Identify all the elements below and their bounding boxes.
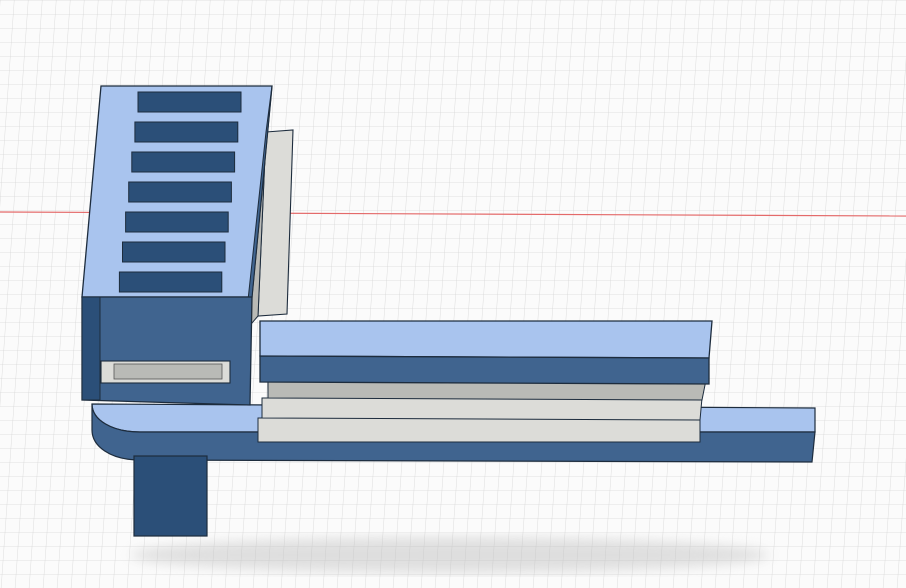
vent-slot <box>137 91 242 113</box>
vent-slot <box>128 181 232 203</box>
3d-viewport[interactable] <box>0 0 906 588</box>
vent-slot <box>118 271 223 293</box>
vent-slots <box>118 91 242 293</box>
support-post <box>133 455 208 537</box>
gray-layer-upper <box>261 397 703 421</box>
gray-layer-lower <box>257 417 701 443</box>
viewport-canvas[interactable] <box>0 0 906 588</box>
long-block-top <box>259 320 713 359</box>
long-block-front <box>259 355 710 385</box>
front-slot-inner <box>113 363 223 380</box>
vent-slot <box>122 241 226 263</box>
vent-slot <box>125 211 229 233</box>
vent-slot <box>134 121 239 143</box>
tower-front <box>81 296 253 406</box>
vent-slot <box>131 151 236 173</box>
tower-front-shade <box>81 296 101 401</box>
model-shadow <box>130 537 770 573</box>
